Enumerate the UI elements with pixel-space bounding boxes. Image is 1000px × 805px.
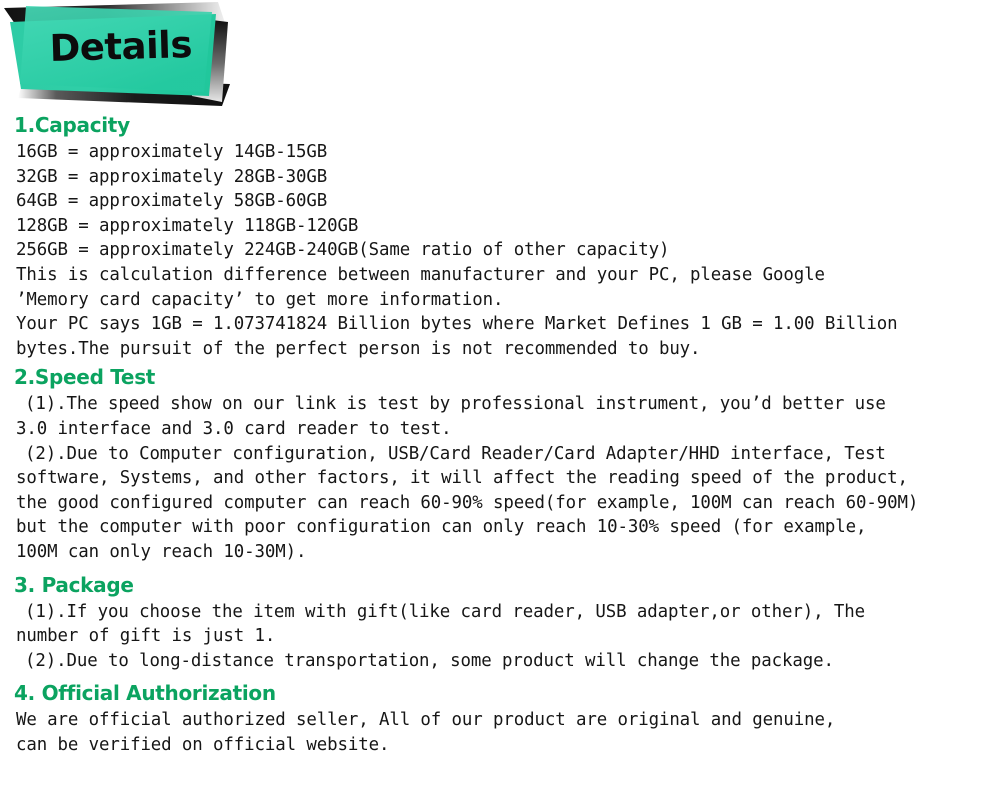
capacity-note-line-4: bytes.The pursuit of the perfect person …: [16, 338, 701, 359]
speed-item-1-line-1: (1).The speed show on our link is test b…: [25, 394, 886, 415]
speed-item-2-line-2: software, Systems, and other factors, it…: [16, 468, 908, 489]
capacity-line-32gb: 32GB = approximately 28GB-30GB: [16, 166, 328, 187]
speed-item-2-line-3: the good configured computer can reach 6…: [16, 492, 919, 513]
section-heading-speed-test: 2.Speed Test: [14, 365, 156, 390]
details-content: 1.Capacity 16GB = approximately 14GB-15G…: [0, 112, 1000, 757]
authorization-line-2: can be verified on official website.: [16, 734, 390, 755]
package-item-2-line-1: (2).Due to long-distance transportation,…: [25, 650, 834, 671]
package-item-1-line-2: number of gift is just 1.: [16, 626, 276, 647]
capacity-note-line-1: This is calculation difference between m…: [16, 264, 825, 285]
section-heading-capacity: 1.Capacity: [14, 113, 130, 137]
section-package: 3. Package (1).If you choose the item wi…: [0, 572, 1000, 674]
capacity-line-16gb: 16GB = approximately 14GB-15GB: [16, 142, 328, 162]
section-heading-package: 3. Package: [14, 572, 134, 597]
section-speed-test: 2.Speed Test (1).The speed show on our l…: [0, 364, 1000, 564]
speed-item-2-line-1: (2).Due to Computer configuration, USB/C…: [25, 443, 886, 464]
capacity-note-line-2: ’Memory card capacity’ to get more infor…: [16, 289, 504, 310]
capacity-note-line-3: Your PC says 1GB = 1.073741824 Billion b…: [16, 314, 898, 335]
capacity-line-256gb: 256GB = approximately 224GB-240GB(Same r…: [16, 240, 670, 261]
banner-title: Details: [49, 23, 193, 70]
section-capacity: 1.Capacity 16GB = approximately 14GB-15G…: [0, 112, 1000, 361]
speed-item-2-line-5: 100M can only reach 10-30M).: [16, 541, 307, 562]
speed-item-2-line-4: but the computer with poor configuration…: [16, 517, 867, 538]
speed-item-1-line-2: 3.0 interface and 3.0 card reader to tes…: [16, 418, 452, 439]
section-heading-official-authorization: 4. Official Authorization: [14, 681, 276, 706]
capacity-line-64gb: 64GB = approximately 58GB-60GB: [16, 191, 328, 212]
authorization-line-1: We are official authorized seller, All o…: [16, 710, 836, 731]
package-item-1-line-1: (1).If you choose the item with gift(lik…: [25, 601, 865, 622]
section-official-authorization: 4. Official Authorization We are officia…: [0, 680, 1000, 757]
details-banner: Details: [0, 0, 1000, 112]
capacity-line-128gb: 128GB = approximately 118GB-120GB: [16, 215, 359, 236]
